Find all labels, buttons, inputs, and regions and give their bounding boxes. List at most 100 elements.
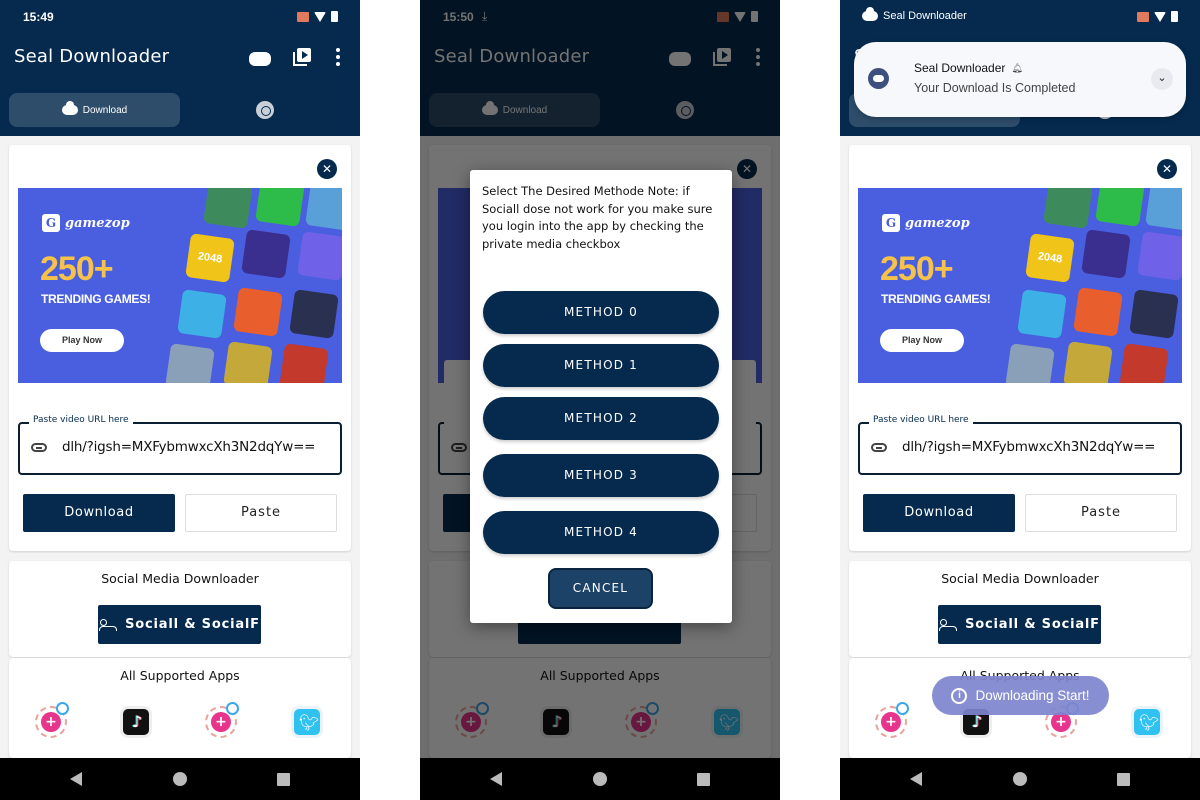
nav-bar [420, 758, 780, 800]
notification-title: Seal Downloader 🔔︎ [914, 61, 1023, 75]
ad-banner[interactable]: Ggamezop 250+ TRENDING GAMES! Play Now 2… [858, 188, 1182, 383]
app-bar: Seal Downloader [0, 36, 360, 82]
method-4-button[interactable]: METHOD 4 [483, 511, 719, 554]
ad-play-now-button[interactable]: Play Now [880, 329, 964, 352]
method-select-dialog: Select The Desired Methode Note: if Soci… [470, 170, 732, 623]
url-input[interactable]: Paste video URL here dlh/?igsh=MXFybmwxc… [858, 415, 1182, 475]
downloading-toast: i Downloading Start! [932, 676, 1109, 715]
method-3-button[interactable]: METHOD 3 [483, 454, 719, 497]
ad-game-tile [1137, 231, 1182, 281]
instagram-app-icon[interactable]: + [875, 702, 909, 738]
ad-logo: Ggamezop [882, 214, 970, 232]
sociall-socialf-button[interactable]: Sociall & SocialF [98, 605, 261, 644]
nav-home-icon[interactable] [593, 772, 607, 786]
ad-game-tile [165, 343, 215, 383]
paste-button[interactable]: Paste [185, 494, 337, 532]
more-vert-icon[interactable] [336, 48, 340, 69]
status-bar: 15:49 [0, 0, 360, 36]
ad-play-now-button[interactable]: Play Now [40, 329, 124, 352]
tiktok-app-icon[interactable]: ♪ [120, 706, 152, 738]
url-input[interactable]: Paste video URL here dlh/?igsh=MXFybmwxc… [18, 415, 342, 475]
gamepad-icon[interactable] [249, 52, 271, 66]
method-2-button[interactable]: METHOD 2 [483, 397, 719, 440]
expand-chevron-icon[interactable]: ⌄ [1151, 68, 1173, 90]
tab-download[interactable]: Download [9, 93, 180, 127]
download-card: ✕ Ggamezop 250+ TRENDING GAMES! Play Now… [9, 145, 351, 551]
cloud-download-icon [61, 101, 78, 115]
method-0-button[interactable]: METHOD 0 [483, 291, 719, 334]
social-media-card: Social Media Downloader Sociall & Social… [849, 561, 1191, 657]
people-icon [99, 618, 118, 631]
close-ad-button[interactable]: ✕ [317, 159, 337, 179]
close-ad-button[interactable]: ✕ [1157, 159, 1177, 179]
ad-game-tile [233, 287, 283, 337]
ad-subheadline: TRENDING GAMES! [881, 292, 991, 306]
ad-game-tile [255, 188, 305, 227]
download-card: ✕ Ggamezop 250+ TRENDING GAMES! Play Now… [849, 145, 1191, 551]
download-button[interactable]: Download [23, 494, 175, 532]
ad-game-tile [1005, 343, 1055, 383]
nav-recents-icon[interactable] [697, 773, 710, 786]
info-icon: i [951, 687, 968, 704]
nav-recents-icon[interactable] [1117, 773, 1130, 786]
ad-game-tile [1095, 188, 1145, 227]
cast-icon [297, 11, 309, 22]
nav-back-icon[interactable] [70, 772, 82, 786]
nav-back-icon[interactable] [910, 772, 922, 786]
url-input-value[interactable]: dlh/?igsh=MXFybmwxcXh3N2dqYw== [62, 439, 315, 455]
ad-game-tile [1043, 188, 1093, 229]
ad-game-tile [1017, 289, 1067, 339]
people-icon [939, 618, 958, 631]
supported-apps-heading: All Supported Apps [120, 668, 240, 683]
tab-target[interactable] [256, 101, 274, 119]
ad-game-tile [223, 341, 273, 383]
nav-recents-icon[interactable] [277, 773, 290, 786]
twitter-app-icon[interactable]: 🐦︎ [1131, 706, 1163, 738]
url-input-value[interactable]: dlh/?igsh=MXFybmwxcXh3N2dqYw== [902, 439, 1155, 455]
system-icons [297, 11, 338, 22]
download-notification[interactable]: Seal Downloader 🔔︎ Your Download Is Comp… [854, 42, 1186, 117]
ad-game-tile [241, 229, 291, 279]
nav-home-icon[interactable] [173, 772, 187, 786]
cancel-button[interactable]: CANCEL [548, 568, 653, 609]
ad-banner[interactable]: Ggamezop 250+ TRENDING GAMES! Play Now 2… [18, 188, 342, 383]
tab-label: Download [82, 104, 128, 116]
bell-icon: 🔔︎ [1011, 62, 1023, 73]
ad-game-tile [305, 188, 342, 231]
tab-bar: Download [0, 82, 360, 136]
download-button[interactable]: Download [863, 494, 1015, 532]
supported-apps-card: All Supported Apps + ♪ + 🐦︎ [9, 658, 351, 758]
ad-game-tile [1119, 343, 1169, 383]
ad-game-tile [1129, 289, 1179, 339]
phone-screen-main: 15:49 Seal Downloader Download ✕ Ggamezo… [0, 0, 360, 800]
instagram-app-icon[interactable]: + [35, 702, 69, 738]
notification-text: Your Download Is Completed [914, 81, 1076, 95]
sociall-socialf-button[interactable]: Sociall & SocialF [938, 605, 1101, 644]
social-heading: Social Media Downloader [941, 571, 1099, 586]
nav-bar [840, 758, 1200, 800]
ad-game-tile [1145, 188, 1182, 231]
ad-logo: Ggamezop [42, 214, 130, 232]
dialog-message: Select The Desired Methode Note: if Soci… [482, 184, 713, 251]
nav-bar [0, 758, 360, 800]
video-library-icon[interactable] [293, 48, 311, 66]
method-1-button[interactable]: METHOD 1 [483, 344, 719, 387]
ad-game-tile-2048: 2048 [1025, 233, 1075, 283]
twitter-app-icon[interactable]: 🐦︎ [291, 706, 323, 738]
battery-icon [331, 11, 338, 22]
cloud-download-icon [862, 7, 878, 21]
phone-screen-method-dialog: 15:50 ⤓ Seal Downloader Download ✕ All S… [420, 0, 780, 800]
battery-icon [1171, 11, 1178, 22]
ad-game-tile [279, 343, 329, 383]
nav-back-icon[interactable] [490, 772, 502, 786]
status-app-notification: Seal Downloader [862, 7, 967, 22]
toast-text: Downloading Start! [975, 688, 1090, 703]
paste-button[interactable]: Paste [1025, 494, 1177, 532]
url-input-label: Paste video URL here [29, 415, 133, 425]
link-icon [871, 443, 887, 452]
ad-game-tile [1063, 341, 1113, 383]
instagram-app-icon[interactable]: + [205, 702, 239, 738]
social-heading: Social Media Downloader [101, 571, 259, 586]
status-time: 15:49 [23, 10, 54, 24]
nav-home-icon[interactable] [1013, 772, 1027, 786]
